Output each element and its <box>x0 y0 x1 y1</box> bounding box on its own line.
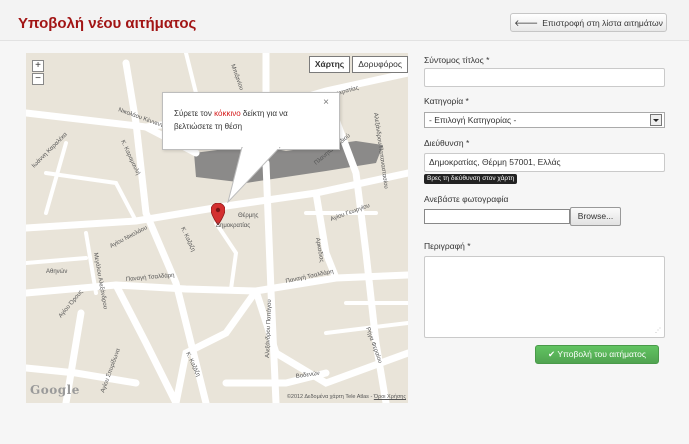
check-icon: ✔ <box>547 349 556 359</box>
map-copyright: ©2012 Δεδομένα χάρτη Tele Atlas - Όροι Χ… <box>287 394 406 400</box>
submit-button[interactable]: ✔ Υποβολή του αιτήματος <box>535 345 659 364</box>
google-logo: Google <box>30 383 80 397</box>
copyright-text: ©2012 Δεδομένα χάρτη Tele Atlas - <box>286 394 374 400</box>
zoom-out-button[interactable]: − <box>32 73 44 85</box>
pin-label: Δημοκρατίας <box>216 223 251 229</box>
page: Υποβολή νέου αιτήματος 🡐 Επιστροφή στη λί… <box>0 0 689 444</box>
category-selected: - Επιλογή Κατηγορίας - <box>429 115 517 125</box>
info-bubble-text-pre: Σύρετε τον <box>174 109 215 118</box>
photo-file-input[interactable] <box>424 209 570 224</box>
submit-label: Υποβολή του αιτήματος <box>557 349 646 359</box>
bubble-tail <box>227 147 281 203</box>
arrow-left-icon: 🡐 <box>514 18 539 28</box>
address-label: Διεύθυνση * <box>424 138 470 148</box>
map-pin-icon <box>210 202 226 226</box>
info-bubble-text-red: κόκκινο <box>214 109 241 118</box>
description-textarea[interactable]: ⋰ <box>424 256 665 338</box>
title-input[interactable] <box>424 68 665 87</box>
resize-grip-icon[interactable]: ⋰ <box>655 327 661 334</box>
page-title: Υποβολή νέου αιτήματος <box>18 15 197 32</box>
map-type-control: Χάρτης Δορυφόρος <box>307 56 408 73</box>
address-tooltip[interactable]: Βρες τη διεύθυνση στον χάρτη <box>424 174 518 184</box>
description-label: Περιγραφή * <box>424 241 471 251</box>
pin-label-2: Θέρμης <box>238 213 259 219</box>
street-label: Αθηνών <box>46 269 67 275</box>
info-bubble-text: Σύρετε τον κόκκινο δείκτη για να βελτιώσ… <box>174 107 324 133</box>
terms-link[interactable]: Όροι Χρήσης <box>374 394 406 400</box>
page-header: Υποβολή νέου αιτήματος 🡐 Επιστροφή στη λί… <box>0 0 689 41</box>
browse-button[interactable]: Browse... <box>570 207 621 226</box>
title-label: Σύντομος τίτλος * <box>424 55 490 65</box>
address-input[interactable]: Δημοκρατίας, Θέρμη 57001, Ελλάς <box>424 153 665 172</box>
map-type-satellite-button[interactable]: Δορυφόρος <box>352 56 408 73</box>
map[interactable]: Νικολάου Κέννεντυ Δημοκρατίας Κ. Καραμαν… <box>26 53 408 403</box>
chevron-down-icon <box>650 114 662 126</box>
category-select[interactable]: - Επιλογή Κατηγορίας - <box>424 112 665 128</box>
back-to-list-button[interactable]: 🡐 Επιστροφή στη λίστα αιτημάτων <box>510 13 667 32</box>
map-info-bubble: Σύρετε τον κόκκινο δείκτη για να βελτιώσ… <box>162 92 340 150</box>
zoom-in-button[interactable]: + <box>32 60 44 72</box>
map-type-map-button[interactable]: Χάρτης <box>308 56 351 73</box>
category-label: Κατηγορία * <box>424 96 469 106</box>
map-zoom-control: + − <box>32 60 44 86</box>
back-to-list-label: Επιστροφή στη λίστα αιτημάτων <box>542 18 663 28</box>
close-icon[interactable]: × <box>323 97 329 108</box>
photo-label: Ανεβάστε φωτογραφία <box>424 194 509 204</box>
